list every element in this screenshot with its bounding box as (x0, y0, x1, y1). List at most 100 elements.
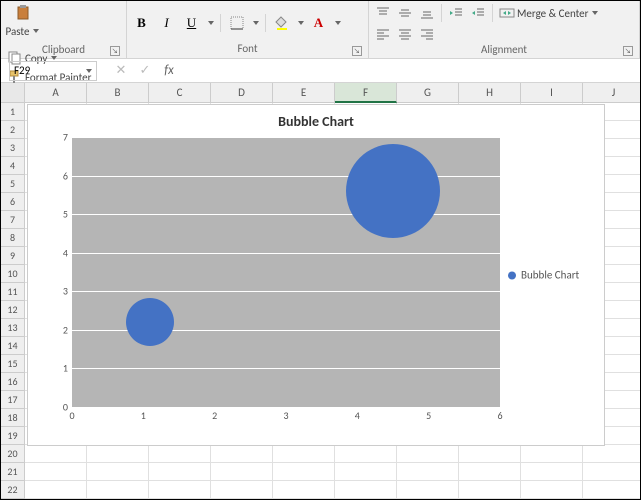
cell[interactable] (25, 481, 87, 499)
dialog-launcher-icon[interactable]: ↘ (352, 46, 362, 56)
fontcolor-dropdown-icon[interactable] (333, 14, 342, 32)
fill-dropdown-icon[interactable] (296, 14, 305, 32)
bubble-point[interactable] (126, 298, 174, 346)
align-left-button[interactable] (373, 25, 393, 43)
column-header[interactable]: F (335, 83, 397, 103)
row-header[interactable]: 7 (1, 211, 25, 229)
paste-button[interactable]: Paste (4, 21, 43, 41)
row-header[interactable]: 10 (1, 265, 25, 283)
cell[interactable] (149, 463, 211, 481)
cell[interactable] (273, 481, 335, 499)
borders-button[interactable] (226, 13, 248, 33)
cell[interactable] (335, 445, 397, 463)
plot-area[interactable]: 01234567 0123456 (54, 137, 500, 427)
cell[interactable] (335, 481, 397, 499)
chevron-down-icon[interactable] (84, 62, 93, 80)
cell[interactable] (335, 463, 397, 481)
decrease-indent-button[interactable] (446, 4, 466, 22)
cell[interactable] (87, 445, 149, 463)
row-header[interactable]: 11 (1, 283, 25, 301)
cell[interactable] (87, 463, 149, 481)
row-header[interactable]: 1 (1, 103, 25, 121)
cell[interactable] (211, 481, 273, 499)
font-color-button[interactable]: A (308, 13, 330, 33)
cell[interactable] (25, 445, 87, 463)
row-header[interactable]: 17 (1, 391, 25, 409)
cell[interactable] (397, 445, 459, 463)
cancel-formula-icon[interactable]: ✕ (113, 63, 129, 79)
cell[interactable] (211, 445, 273, 463)
cell[interactable] (149, 481, 211, 499)
italic-button[interactable]: I (156, 13, 178, 33)
cell[interactable] (459, 463, 521, 481)
increase-indent-button[interactable] (468, 4, 488, 22)
row-header[interactable]: 14 (1, 337, 25, 355)
row-header[interactable]: 22 (1, 481, 25, 499)
worksheet-grid[interactable]: ABCDEFGHIJ 12345678910111213141516171819… (1, 83, 640, 499)
fill-color-button[interactable] (271, 13, 293, 33)
paste-icon[interactable] (15, 5, 31, 21)
align-middle-button[interactable] (395, 4, 415, 22)
cell[interactable] (25, 463, 87, 481)
column-header[interactable]: B (87, 83, 149, 103)
cell[interactable] (273, 463, 335, 481)
fx-icon[interactable]: fx (161, 63, 177, 79)
row-header[interactable]: 2 (1, 121, 25, 139)
column-header[interactable]: I (521, 83, 583, 103)
row-header[interactable]: 6 (1, 193, 25, 211)
cell[interactable] (521, 481, 583, 499)
cell[interactable] (87, 481, 149, 499)
underline-button[interactable]: U (181, 13, 203, 33)
row-header[interactable]: 8 (1, 229, 25, 247)
cell[interactable] (459, 481, 521, 499)
cell[interactable] (459, 445, 521, 463)
chart-object[interactable]: Bubble Chart 01234567 0123456 Bubble Cha… (27, 104, 605, 446)
chart-title[interactable]: Bubble Chart (28, 105, 604, 134)
column-header[interactable]: C (149, 83, 211, 103)
row-header[interactable]: 9 (1, 247, 25, 265)
dialog-launcher-icon[interactable]: ↘ (110, 46, 120, 56)
row-header[interactable]: 12 (1, 301, 25, 319)
row-header[interactable]: 5 (1, 175, 25, 193)
bubble-point[interactable] (346, 144, 440, 238)
underline-dropdown-icon[interactable] (206, 14, 215, 32)
enter-formula-icon[interactable]: ✓ (137, 63, 153, 79)
column-header[interactable]: E (273, 83, 335, 103)
bold-button[interactable]: B (131, 13, 153, 33)
align-center-button[interactable] (395, 25, 415, 43)
row-header[interactable]: 13 (1, 319, 25, 337)
cell[interactable] (211, 463, 273, 481)
chart-legend[interactable]: Bubble Chart (508, 269, 598, 282)
align-bottom-button[interactable] (417, 4, 437, 22)
cell[interactable] (521, 445, 583, 463)
column-header[interactable]: H (459, 83, 521, 103)
align-right-button[interactable] (417, 25, 437, 43)
column-header[interactable]: J (583, 83, 640, 103)
legend-marker-icon (508, 271, 516, 279)
column-header[interactable]: A (25, 83, 87, 103)
select-all-corner[interactable] (1, 83, 25, 103)
row-header[interactable]: 3 (1, 139, 25, 157)
column-header[interactable]: G (397, 83, 459, 103)
row-header[interactable]: 19 (1, 427, 25, 445)
column-header[interactable]: D (211, 83, 273, 103)
row-header[interactable]: 18 (1, 409, 25, 427)
cell[interactable] (583, 463, 640, 481)
align-top-button[interactable] (373, 4, 393, 22)
cell[interactable] (521, 463, 583, 481)
borders-dropdown-icon[interactable] (251, 14, 260, 32)
row-header[interactable]: 15 (1, 355, 25, 373)
row-header[interactable]: 16 (1, 373, 25, 391)
cell[interactable] (149, 445, 211, 463)
cell[interactable] (397, 463, 459, 481)
cell[interactable] (583, 445, 640, 463)
name-box[interactable]: F29 (9, 61, 97, 81)
cell[interactable] (397, 481, 459, 499)
cell[interactable] (273, 445, 335, 463)
row-header[interactable]: 21 (1, 463, 25, 481)
cell[interactable] (583, 481, 640, 499)
merge-center-button[interactable]: Merge & Center (497, 3, 602, 23)
row-header[interactable]: 4 (1, 157, 25, 175)
dialog-launcher-icon[interactable]: ↘ (623, 46, 633, 56)
row-header[interactable]: 20 (1, 445, 25, 463)
